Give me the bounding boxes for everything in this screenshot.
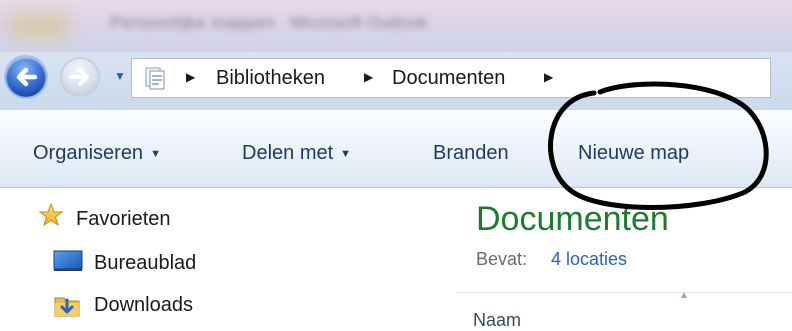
breadcrumb-libraries[interactable]: Bibliotheken xyxy=(216,67,325,90)
desktop-icon xyxy=(53,250,83,271)
chevron-down-icon: ▼ xyxy=(340,148,352,160)
window-title: Persoonlijke mappen Microsoft Outlook xyxy=(110,13,428,33)
new-folder-label: Nieuwe map xyxy=(578,142,690,164)
column-header-name[interactable]: Naam xyxy=(473,310,521,331)
chevron-down-icon: ▼ xyxy=(150,148,161,160)
contains-label: Bevat: xyxy=(476,249,528,269)
window-title-bar: Persoonlijke mappen Microsoft Outlook xyxy=(0,0,792,52)
recent-pages-dropdown[interactable]: ▼ xyxy=(114,69,126,83)
burn-label: Branden xyxy=(433,142,509,164)
star-icon xyxy=(38,202,64,227)
nav-item-downloads[interactable]: Downloads xyxy=(94,294,193,317)
column-header-divider xyxy=(457,292,792,293)
back-button[interactable] xyxy=(6,57,46,97)
breadcrumb-separator-icon[interactable]: ▶ xyxy=(364,70,373,84)
forward-arrow-icon xyxy=(69,68,89,86)
sort-ascending-icon: ▲ xyxy=(679,290,689,301)
chevron-down-icon: ▼ xyxy=(114,69,126,83)
window-title-folder: Persoonlijke mappen xyxy=(110,13,275,32)
nav-item-favorites[interactable]: Favorieten xyxy=(76,208,171,231)
organize-button[interactable]: Organiseren ▼ xyxy=(33,142,161,165)
locations-link[interactable]: 4 locaties xyxy=(551,249,627,270)
organize-label: Organiseren xyxy=(33,142,144,164)
breadcrumb-documents[interactable]: Documenten xyxy=(392,67,505,90)
share-with-button[interactable]: Delen met ▼ xyxy=(242,142,351,165)
breadcrumb-separator-icon[interactable]: ▶ xyxy=(544,70,553,84)
libraries-icon xyxy=(145,67,165,90)
window-app-icon xyxy=(8,12,68,40)
downloads-folder-icon xyxy=(54,297,80,317)
back-arrow-icon xyxy=(16,67,38,87)
share-with-label: Delen met xyxy=(242,142,334,164)
nav-item-desktop[interactable]: Bureaublad xyxy=(94,252,196,275)
burn-button[interactable]: Branden xyxy=(433,142,509,165)
window-title-app: Microsoft Outlook xyxy=(290,13,428,32)
new-folder-button[interactable]: Nieuwe map xyxy=(578,142,689,165)
forward-button[interactable] xyxy=(62,59,98,95)
breadcrumb-separator-icon[interactable]: ▶ xyxy=(186,70,195,84)
library-title: Documenten xyxy=(476,200,669,238)
